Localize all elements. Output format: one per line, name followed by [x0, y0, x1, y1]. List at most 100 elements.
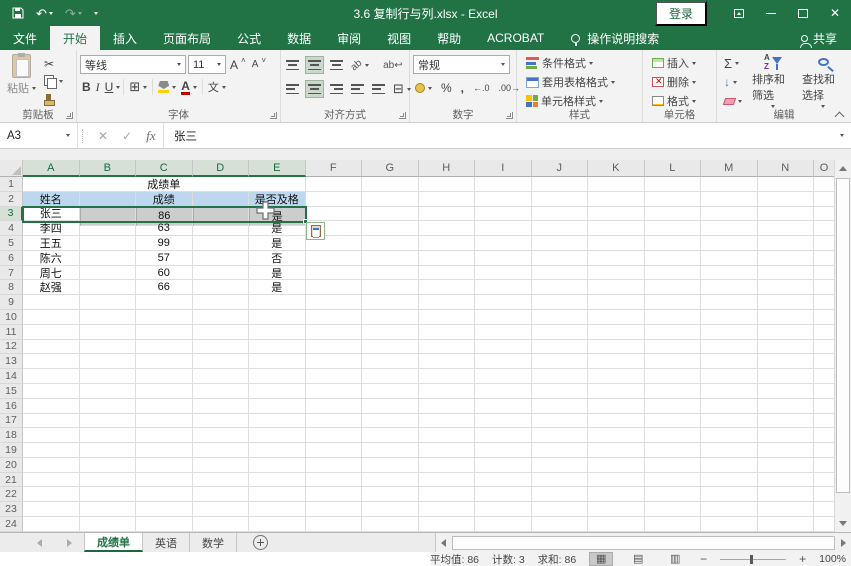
cell-F21[interactable] [305, 472, 362, 488]
cell-H13[interactable] [418, 354, 475, 370]
cell-L5[interactable] [644, 236, 701, 251]
grow-font-button[interactable]: A ˄ [228, 56, 248, 74]
cell-F15[interactable] [305, 383, 362, 399]
cell-M17[interactable] [701, 413, 758, 429]
cell-L2[interactable] [644, 191, 701, 207]
row-header-7[interactable]: 7 [0, 265, 23, 281]
cell-C2[interactable]: 成绩 [136, 191, 193, 207]
cell-H14[interactable] [418, 369, 475, 384]
cell-N7[interactable] [757, 265, 814, 281]
cell-F19[interactable] [305, 443, 362, 458]
cell-H20[interactable] [418, 457, 475, 473]
cell-F12[interactable] [305, 339, 362, 355]
cell-E4[interactable]: 是 [249, 221, 306, 237]
cell-L8[interactable] [644, 280, 701, 296]
cell-G8[interactable] [362, 280, 419, 296]
cell-O22[interactable] [814, 487, 834, 503]
cell-O15[interactable] [814, 384, 834, 399]
cell-J12[interactable] [531, 339, 588, 355]
cell-C23[interactable] [136, 502, 193, 517]
cell-F24[interactable] [305, 516, 362, 532]
cell-K21[interactable] [588, 472, 645, 488]
cell-N20[interactable] [757, 457, 814, 473]
cell-K13[interactable] [588, 354, 645, 370]
paste-button[interactable]: 粘贴 [3, 53, 40, 109]
cell-A17[interactable] [23, 413, 80, 429]
cell-G24[interactable] [362, 516, 419, 532]
cell-B2[interactable] [79, 191, 136, 207]
cell-M8[interactable] [701, 280, 758, 296]
scroll-down-button[interactable] [835, 515, 851, 532]
zoom-in-button[interactable]: + [799, 553, 806, 565]
cell-F13[interactable] [305, 354, 362, 370]
cell-L9[interactable] [644, 295, 701, 311]
borders-button[interactable]: ⊞ [127, 78, 149, 96]
row-header-19[interactable]: 19 [0, 443, 23, 458]
sheet-tab-2[interactable]: 英语 [143, 533, 190, 552]
number-format-select[interactable]: 常规 [413, 55, 510, 74]
fill-button[interactable]: ↓ [722, 74, 744, 90]
cell-K14[interactable] [588, 369, 645, 384]
cell-K2[interactable] [588, 191, 645, 207]
cell-B11[interactable] [79, 324, 136, 340]
cell-F1[interactable] [305, 177, 362, 192]
cell-C6[interactable]: 57 [136, 250, 193, 266]
cell-J6[interactable] [531, 250, 588, 266]
cell-L7[interactable] [644, 265, 701, 281]
cut-button[interactable]: ✂ [42, 55, 65, 72]
italic-button[interactable]: I [94, 78, 102, 96]
cell-G18[interactable] [362, 428, 419, 444]
cell-A5[interactable]: 王五 [23, 236, 80, 251]
cell-G23[interactable] [362, 502, 419, 517]
cell-J3[interactable] [531, 206, 588, 222]
cell-F17[interactable] [305, 413, 362, 429]
cell-J2[interactable] [531, 191, 588, 207]
cell-H9[interactable] [418, 295, 475, 311]
cell-I11[interactable] [475, 324, 532, 340]
underline-button[interactable]: U [103, 78, 116, 96]
cell-O10[interactable] [814, 310, 834, 325]
row-header-17[interactable]: 17 [0, 413, 23, 429]
cell-A16[interactable] [23, 398, 80, 414]
cell-O17[interactable] [814, 414, 834, 429]
cell-N2[interactable] [757, 191, 814, 207]
cell-A14[interactable] [23, 369, 80, 384]
cell-J24[interactable] [531, 516, 588, 532]
cell-J23[interactable] [531, 502, 588, 517]
cell-N17[interactable] [757, 413, 814, 429]
accounting-format-button[interactable] [413, 79, 434, 97]
cell-G14[interactable] [362, 369, 419, 384]
cell-L21[interactable] [644, 472, 701, 488]
cell-I18[interactable] [475, 428, 532, 444]
cell-I16[interactable] [475, 398, 532, 414]
cell-M18[interactable] [701, 428, 758, 444]
cell-C9[interactable] [136, 295, 193, 311]
cell-E23[interactable] [249, 502, 306, 517]
cell-B24[interactable] [79, 516, 136, 532]
customize-qat-button[interactable] [93, 11, 98, 15]
cell-H22[interactable] [418, 487, 475, 503]
undo-button[interactable]: ↶ [36, 7, 53, 20]
font-color-button[interactable]: A [179, 78, 199, 96]
row-header-10[interactable]: 10 [0, 310, 23, 325]
cell-I5[interactable] [475, 236, 532, 251]
cell-L24[interactable] [644, 516, 701, 532]
cell-L19[interactable] [644, 443, 701, 458]
top-align-button[interactable] [284, 56, 301, 74]
cell-M19[interactable] [701, 443, 758, 458]
cell-N4[interactable] [757, 221, 814, 237]
font-dialog-launcher[interactable] [270, 112, 277, 119]
align-right-button[interactable] [328, 80, 345, 98]
cell-K17[interactable] [588, 413, 645, 429]
cell-H18[interactable] [418, 428, 475, 444]
percent-style-button[interactable]: % [439, 79, 454, 97]
cell-L12[interactable] [644, 339, 701, 355]
row-header-2[interactable]: 2 [0, 191, 23, 207]
cell-K18[interactable] [588, 428, 645, 444]
increase-indent-button[interactable] [370, 80, 387, 98]
cell-D20[interactable] [192, 457, 249, 473]
cell-H8[interactable] [418, 280, 475, 296]
cell-I19[interactable] [475, 443, 532, 458]
cell-C18[interactable] [136, 428, 193, 444]
cell-A18[interactable] [23, 428, 80, 444]
